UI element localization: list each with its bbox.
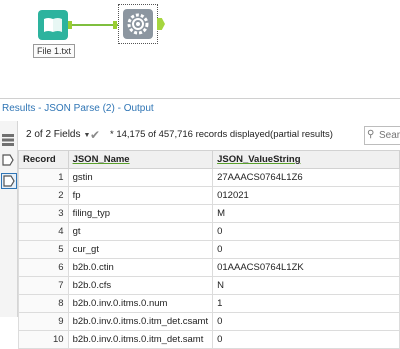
json-value-cell: 0 xyxy=(212,330,400,349)
fields-selector[interactable]: 2 of 2 Fields ▼ xyxy=(26,129,90,140)
json-name-cell: b2b.0.cfs xyxy=(67,276,214,295)
column-header-json-name-label: JSON_Name xyxy=(72,154,130,165)
records-status: * 14,175 of 457,716 records displayed(pa… xyxy=(110,129,333,140)
message-view-icon[interactable] xyxy=(1,173,17,189)
input-data-tool[interactable] xyxy=(38,10,68,40)
table-row[interactable]: 2 fp 012021 xyxy=(18,186,400,205)
record-cell: 2 xyxy=(18,186,69,205)
column-header-json-value[interactable]: JSON_ValueString xyxy=(212,150,400,169)
results-grid[interactable]: Record JSON_Name JSON_ValueString 1 gstin… xyxy=(18,150,400,349)
json-value-cell: N xyxy=(212,276,400,295)
json-value-cell: 0 xyxy=(212,312,400,331)
results-title: Results - JSON Parse (2) - Output xyxy=(2,103,154,114)
record-cell: 8 xyxy=(18,294,69,313)
json-name-cell: b2b.0.ctin xyxy=(67,258,214,277)
results-view-strip xyxy=(0,121,18,317)
json-name-cell: b2b.0.inv.0.itms.0.itm_det.csamt xyxy=(67,312,214,331)
parse-tool-output-anchor[interactable] xyxy=(157,18,165,30)
search-icon: ⚲ xyxy=(367,129,375,140)
json-value-cell: 012021 xyxy=(212,186,400,205)
table-row[interactable]: 5 cur_gt 0 xyxy=(18,240,400,259)
record-cell: 4 xyxy=(18,222,69,241)
metadata-view-icon[interactable] xyxy=(1,153,15,167)
table-row[interactable]: 8 b2b.0.inv.0.itms.0.num 1 xyxy=(18,294,400,313)
gear-icon xyxy=(127,13,149,35)
results-header: Results - JSON Parse (2) - Output xyxy=(0,98,400,122)
table-row[interactable]: 9 b2b.0.inv.0.itms.0.itm_det.csamt 0 xyxy=(18,312,400,331)
column-header-json-name[interactable]: JSON_Name xyxy=(67,150,214,169)
selected-tool-outline xyxy=(118,4,158,44)
checkmark-icon[interactable]: ✔ xyxy=(90,128,100,142)
results-table: Record JSON_Name JSON_ValueString 1 gstin… xyxy=(18,150,400,349)
table-row[interactable]: 1 gstin 27AAACS0764L1Z6 xyxy=(18,168,400,187)
table-row[interactable]: 3 filing_typ M xyxy=(18,204,400,223)
workflow-canvas[interactable]: File 1.txt xyxy=(0,0,400,98)
data-view-icon[interactable] xyxy=(1,133,15,147)
json-value-cell: M xyxy=(212,204,400,223)
record-cell: 5 xyxy=(18,240,69,259)
table-row[interactable]: 6 b2b.0.ctin 01AAACS0764L1ZK xyxy=(18,258,400,277)
search-box[interactable]: ⚲ xyxy=(364,126,400,145)
json-value-cell: 27AAACS0764L1Z6 xyxy=(212,168,400,187)
record-cell: 3 xyxy=(18,204,69,223)
book-icon xyxy=(44,18,62,32)
json-parse-tool[interactable] xyxy=(123,9,153,39)
json-value-cell: 0 xyxy=(212,222,400,241)
connection-line[interactable] xyxy=(72,24,118,26)
json-name-cell: b2b.0.inv.0.itms.0.num xyxy=(67,294,214,313)
record-cell: 7 xyxy=(18,276,69,295)
record-cell: 10 xyxy=(18,330,69,349)
record-cell: 6 xyxy=(18,258,69,277)
json-name-cell: gstin xyxy=(67,168,214,187)
record-cell: 9 xyxy=(18,312,69,331)
json-name-cell: fp xyxy=(67,186,214,205)
table-row[interactable]: 7 b2b.0.cfs N xyxy=(18,276,400,295)
json-name-cell: gt xyxy=(67,222,214,241)
parse-tool-input-anchor[interactable] xyxy=(113,21,117,29)
column-header-record[interactable]: Record xyxy=(18,150,69,169)
fields-selector-label: 2 of 2 Fields xyxy=(26,129,81,140)
record-cell: 1 xyxy=(18,168,69,187)
json-value-cell: 01AAACS0764L1ZK xyxy=(212,258,400,277)
json-name-cell: filing_typ xyxy=(67,204,214,223)
json-name-cell: b2b.0.inv.0.itms.0.itm_det.samt xyxy=(67,330,214,349)
table-row[interactable]: 10 b2b.0.inv.0.itms.0.itm_det.samt 0 xyxy=(18,330,400,349)
column-header-json-value-label: JSON_ValueString xyxy=(217,154,301,165)
input-tool-label: File 1.txt xyxy=(33,44,76,58)
json-name-cell: cur_gt xyxy=(67,240,214,259)
table-header-row: Record JSON_Name JSON_ValueString xyxy=(18,150,400,169)
results-toolbar: 2 of 2 Fields ▼ ✔ * 14,175 of 457,716 rec… xyxy=(18,121,400,148)
search-input[interactable] xyxy=(379,128,400,143)
table-row[interactable]: 4 gt 0 xyxy=(18,222,400,241)
json-value-cell: 1 xyxy=(212,294,400,313)
json-value-cell: 0 xyxy=(212,240,400,259)
